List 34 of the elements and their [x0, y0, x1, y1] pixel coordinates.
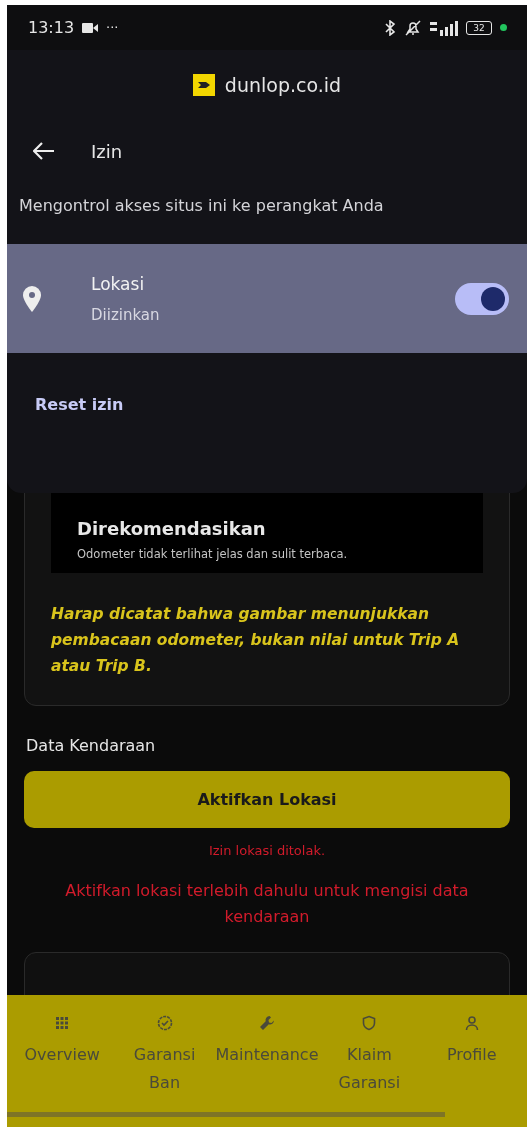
wrench-icon [258, 1015, 275, 1031]
sheet-title: Izin [91, 140, 123, 162]
section-heading: Data Kendaraan [26, 736, 157, 755]
person-icon [463, 1015, 480, 1031]
bluetooth-icon [384, 19, 396, 36]
shield-icon [361, 1015, 378, 1031]
error-text: Izin lokasi ditolak. [207, 842, 327, 860]
error-message: Aktifkan lokasi terlebih dahulu untuk mengisi data kendaraan [64, 880, 470, 928]
muted-bell-icon [404, 19, 422, 36]
sheet-description: Mengontrol akses situs ini ke perangkat Anda [18, 195, 385, 217]
nav-item[interactable]: Profile [423, 1015, 520, 1127]
example-title: Direkomendasikan [77, 517, 267, 541]
location-pin-icon [23, 285, 41, 312]
more-indicator: ··· [106, 20, 119, 35]
signal-icon [430, 19, 458, 36]
enable-location-button[interactable]: Aktifkan Lokasi [24, 771, 510, 828]
nav-item[interactable]: Klaim Garansi [321, 1015, 418, 1127]
nav-item[interactable]: Garansi Ban [116, 1015, 213, 1127]
back-arrow-icon[interactable] [33, 142, 55, 160]
site-logo-icon [192, 74, 215, 96]
odometer-note: Harap dicatat bahwa gambar menunjukkan pembacaan odometer, bukan nilai untuk Trip A atau Trip B. [51, 604, 461, 677]
permission-toggle[interactable] [455, 282, 509, 315]
example-caption: Odometer tidak terlihat jelas dan sulit terbaca. [77, 547, 349, 561]
check-circle-icon [156, 1015, 173, 1031]
clock-time: 13:13 [28, 18, 75, 37]
site-domain: dunlop.co.id [224, 74, 342, 96]
permission-status: Diizinkan [91, 305, 161, 324]
grid-icon [54, 1015, 71, 1031]
video-camera-icon [82, 22, 99, 33]
status-dot-icon [500, 24, 507, 31]
nav-item[interactable]: Overview [14, 1015, 111, 1127]
battery-level: 32 [473, 22, 485, 33]
reset-link[interactable]: Reset izin [35, 395, 124, 414]
permission-name: Lokasi [91, 273, 146, 294]
